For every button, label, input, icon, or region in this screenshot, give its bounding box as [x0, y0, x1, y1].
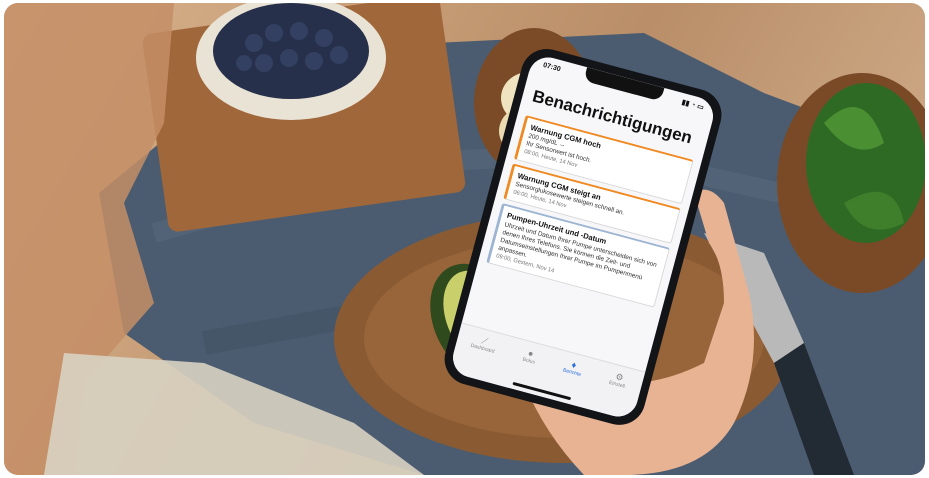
photo-frame: 07:30 ▮▮ ◔ ▭ Benachrichtigungen Warnung …	[4, 3, 925, 475]
tab-label: Einstell.	[608, 379, 627, 391]
tab-label: Bolus	[521, 356, 536, 366]
tab-einstellungen[interactable]: ⚙ Einstell.	[608, 370, 629, 390]
signal-battery-icon: ▮▮ ◔ ▭	[680, 99, 705, 112]
tab-label: Berichte	[562, 367, 582, 378]
photo-scene	[4, 3, 925, 475]
tab-bolus[interactable]: ● Bolus	[522, 347, 538, 366]
tab-dashboard[interactable]: ⟋ Dashboard	[470, 333, 498, 354]
tab-berichte[interactable]: ♦ Berichte	[562, 358, 584, 378]
status-time: 07:30	[542, 61, 562, 73]
